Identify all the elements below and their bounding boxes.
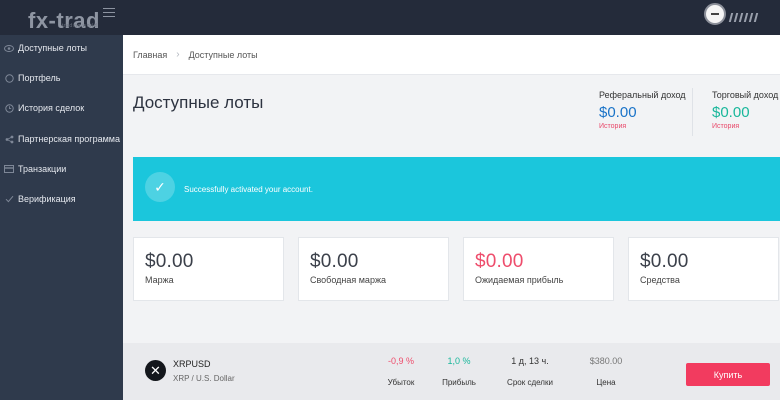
circle-icon [0, 73, 18, 83]
income-divider [692, 88, 693, 136]
stat-card-expected-profit: $0.00 Ожидаемая прибыль [463, 237, 614, 301]
breadcrumb-current: Доступные лоты [188, 49, 258, 60]
sidebar: Доступные лоты Портфель История сделок П… [0, 35, 123, 400]
stat-value: $0.00 [475, 251, 524, 272]
sidebar-item-available-lots[interactable]: Доступные лоты [0, 38, 123, 58]
lot-loss: -0,9 % Убыток [381, 356, 421, 387]
lot-symbol: XRPUSD [173, 359, 211, 369]
trading-income: Торговый доход $0.00 История [712, 90, 778, 130]
buy-button[interactable]: Купить [686, 363, 770, 386]
clock-icon [0, 103, 18, 113]
sidebar-item-label: Верификация [18, 194, 76, 204]
sidebar-item-trade-history[interactable]: История сделок [0, 98, 123, 118]
menu-toggle-icon[interactable] [103, 8, 115, 18]
lot-price-value: $380.00 [589, 356, 623, 366]
breadcrumb: Главная › Доступные лоты [123, 35, 780, 75]
lot-price-label: Цена [596, 378, 616, 387]
logo-tagline: trading world [62, 23, 98, 29]
trading-income-label: Торговый доход [712, 90, 779, 100]
sidebar-item-label: Партнерская программа [18, 134, 120, 144]
sidebar-item-label: История сделок [18, 103, 85, 113]
lot-price: $380.00 Цена [584, 356, 628, 387]
breadcrumb-separator-icon: › [176, 49, 180, 60]
lot-profit-value: 1,0 % [447, 356, 471, 366]
stat-label: Ожидаемая прибыль [475, 275, 564, 285]
stat-value: $0.00 [310, 251, 359, 272]
referral-history-link[interactable]: История [599, 123, 686, 130]
success-alert: ✓ Successfully activated your account. [133, 157, 780, 221]
trading-history-link[interactable]: История [712, 123, 778, 130]
stat-label: Средства [640, 275, 680, 285]
trading-income-value: $0.00 [712, 104, 750, 121]
stat-card-free-margin: $0.00 Свободная маржа [298, 237, 449, 301]
lot-term: 1 д, 13 ч. Срок сделки [503, 356, 557, 387]
sidebar-item-portfolio[interactable]: Портфель [0, 68, 123, 88]
lot-row: ✕ XRPUSD XRP / U.S. Dollar -0,9 % Убыток… [123, 343, 780, 400]
share-icon [0, 135, 18, 144]
page-title: Доступные лоты [133, 93, 264, 112]
sidebar-item-label: Портфель [18, 73, 61, 83]
card-icon [0, 165, 18, 173]
lot-term-value: 1 д, 13 ч. [511, 356, 549, 366]
logo[interactable]: fx-trad [28, 8, 100, 34]
sidebar-item-partner-program[interactable]: Партнерская программа [0, 129, 123, 149]
top-bar: fx-trad trading world [0, 0, 780, 35]
stat-value: $0.00 [640, 251, 689, 272]
stat-label: Свободная маржа [310, 275, 386, 285]
sidebar-item-label: Транзакции [18, 164, 67, 174]
user-name-blurred[interactable] [728, 9, 780, 22]
lot-name: XRP / U.S. Dollar [173, 374, 235, 383]
lot-term-label: Срок сделки [507, 378, 553, 387]
sidebar-item-label: Доступные лоты [18, 43, 87, 53]
sidebar-item-transactions[interactable]: Транзакции [0, 159, 123, 179]
stat-card-margin: $0.00 Маржа [133, 237, 284, 301]
referral-income-label: Реферальный доход [599, 90, 686, 100]
eye-icon [0, 44, 18, 52]
alert-message: Successfully activated your account. [184, 185, 313, 194]
lot-profit: 1,0 % Прибыль [437, 356, 481, 387]
lot-loss-label: Убыток [387, 378, 415, 387]
check-icon [0, 195, 18, 203]
referral-income-value: $0.00 [599, 104, 637, 121]
stat-value: $0.00 [145, 251, 194, 272]
lot-loss-value: -0,9 % [387, 356, 414, 366]
stat-label: Маржа [145, 275, 174, 285]
sidebar-item-verification[interactable]: Верификация [0, 189, 123, 209]
stat-card-equity: $0.00 Средства [628, 237, 779, 301]
referral-income: Реферальный доход $0.00 История [599, 90, 686, 130]
avatar[interactable] [704, 3, 726, 25]
checkmark-icon: ✓ [145, 172, 175, 202]
breadcrumb-home[interactable]: Главная [133, 50, 167, 60]
xrp-icon: ✕ [145, 360, 166, 381]
lot-profit-label: Прибыль [442, 378, 476, 387]
